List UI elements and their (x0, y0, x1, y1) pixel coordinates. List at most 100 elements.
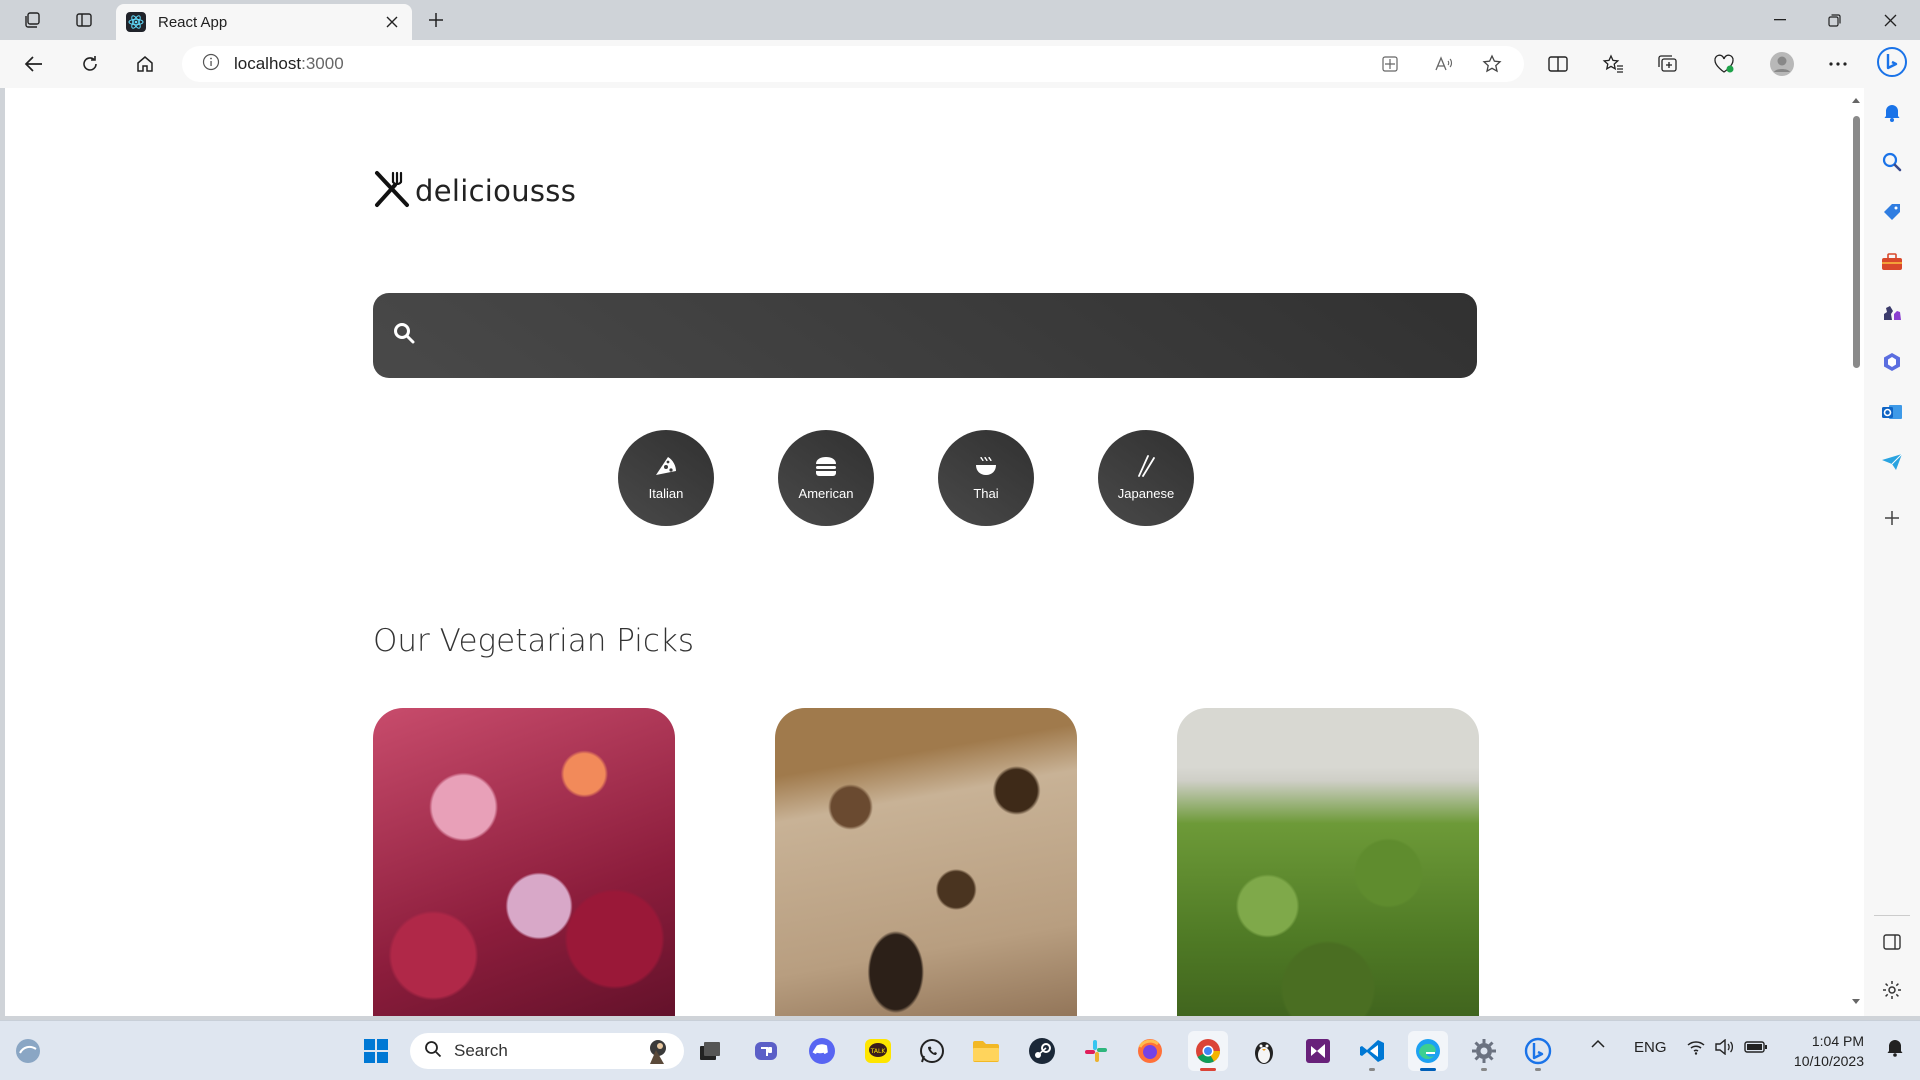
page-viewport: deliciousss Italian American Thai Japane… (5, 88, 1848, 1016)
read-aloud-icon[interactable] (1428, 50, 1460, 78)
taskbar-search-box[interactable]: Search (410, 1033, 684, 1069)
refresh-button[interactable] (72, 48, 108, 80)
cuisine-american-button[interactable]: American (778, 430, 874, 526)
add-sidebar-app-icon[interactable] (1876, 502, 1908, 534)
close-tab-icon[interactable] (382, 12, 402, 32)
cuisine-label: Italian (648, 486, 684, 501)
close-window-icon[interactable] (1862, 0, 1918, 40)
widgets-icon[interactable] (8, 1031, 48, 1071)
browser-sidebar (1864, 40, 1920, 1016)
app-available-icon[interactable] (1374, 50, 1406, 78)
address-url[interactable]: localhost:3000 (234, 54, 344, 74)
recipe-search-input[interactable] (429, 293, 1477, 378)
noodle-bowl-icon (974, 455, 998, 482)
recipe-search-bar[interactable] (373, 293, 1477, 378)
volume-icon[interactable] (1714, 1038, 1734, 1059)
browser-tab-strip: React App (0, 0, 1920, 40)
pizza-icon (654, 455, 678, 482)
notification-bell-icon[interactable] (1876, 96, 1908, 128)
workspaces-icon[interactable] (16, 6, 48, 34)
recipe-card-image[interactable] (373, 708, 675, 1016)
logo-text: deliciousss (415, 174, 577, 208)
vscode-icon[interactable] (1352, 1031, 1392, 1071)
teams-chat-icon[interactable] (746, 1031, 786, 1071)
sidebar-divider (1874, 915, 1910, 916)
input-language-indicator[interactable]: ENG (1634, 1039, 1667, 1056)
slack-icon[interactable] (1076, 1031, 1116, 1071)
restore-window-icon[interactable] (1806, 0, 1862, 40)
site-logo[interactable]: deliciousss (373, 170, 576, 212)
cuisine-label: American (798, 486, 854, 501)
site-info-icon[interactable] (202, 53, 220, 76)
kakaotalk-icon[interactable]: TALK (858, 1031, 898, 1071)
show-hidden-icons-chevron[interactable] (1590, 1037, 1606, 1055)
split-screen-icon[interactable] (1540, 48, 1576, 80)
url-host: localhost (234, 54, 302, 73)
bing-app-icon[interactable] (1518, 1031, 1558, 1071)
cuisine-italian-button[interactable]: Italian (618, 430, 714, 526)
battery-icon[interactable] (1744, 1039, 1768, 1059)
fork-knife-icon (373, 169, 411, 214)
browser-tab[interactable]: React App (116, 4, 412, 40)
vegetarian-picks-carousel (373, 708, 1479, 1016)
bing-copilot-icon[interactable] (1876, 46, 1908, 78)
cuisine-category-list: Italian American Thai Japanese (618, 430, 1194, 526)
address-bar[interactable]: localhost:3000 (182, 46, 1524, 82)
favorites-icon[interactable] (1595, 48, 1631, 80)
settings-gear-icon[interactable] (1464, 1031, 1504, 1071)
tools-briefcase-icon[interactable] (1876, 246, 1908, 278)
section-title: Our Vegetarian Picks (373, 623, 694, 659)
visual-studio-icon[interactable] (1298, 1031, 1338, 1071)
running-indicator (1535, 1068, 1541, 1071)
discord-icon[interactable] (802, 1031, 842, 1071)
taskbar-clock[interactable]: 1:04 PM 10/10/2023 (1784, 1031, 1864, 1071)
edge-browser-icon[interactable] (1408, 1031, 1448, 1071)
task-view-icon[interactable] (690, 1031, 730, 1071)
clock-time: 1:04 PM (1811, 1033, 1864, 1049)
sidebar-settings-gear-icon[interactable] (1876, 974, 1908, 1006)
sidebar-search-icon[interactable] (1876, 146, 1908, 178)
running-indicator (1369, 1068, 1375, 1071)
minimize-window-icon[interactable] (1752, 0, 1808, 40)
url-port: :3000 (301, 54, 344, 73)
scroll-down-arrow-icon[interactable] (1851, 996, 1861, 1006)
whatsapp-icon[interactable] (912, 1031, 952, 1071)
cuisine-japanese-button[interactable]: Japanese (1098, 430, 1194, 526)
more-options-icon[interactable] (1820, 48, 1856, 80)
wifi-icon[interactable] (1686, 1039, 1706, 1059)
tab-actions-icon[interactable] (68, 6, 100, 34)
taskbar-search-icon (424, 1040, 442, 1063)
search-icon (393, 322, 415, 349)
outlook-icon[interactable] (1876, 396, 1908, 428)
cuisine-thai-button[interactable]: Thai (938, 430, 1034, 526)
notification-center-icon[interactable] (1886, 1037, 1904, 1061)
scrollbar-thumb[interactable] (1853, 116, 1860, 368)
games-icon[interactable] (1876, 296, 1908, 328)
home-button[interactable] (127, 48, 163, 80)
browser-essentials-icon[interactable] (1706, 48, 1742, 80)
shopping-tag-icon[interactable] (1876, 196, 1908, 228)
microsoft-365-icon[interactable] (1876, 346, 1908, 378)
favorite-star-icon[interactable] (1476, 50, 1508, 78)
burger-icon (814, 455, 838, 482)
profile-avatar[interactable] (1764, 48, 1800, 80)
start-windows-icon[interactable] (356, 1031, 396, 1071)
firefox-icon[interactable] (1130, 1031, 1170, 1071)
send-paper-plane-icon[interactable] (1876, 446, 1908, 478)
new-tab-button[interactable] (420, 6, 452, 34)
steam-icon[interactable] (1022, 1031, 1062, 1071)
tux-penguin-icon[interactable] (1244, 1031, 1284, 1071)
hide-sidebar-icon[interactable] (1876, 926, 1908, 958)
svg-text:TALK: TALK (870, 1048, 887, 1055)
react-logo-icon (126, 12, 146, 32)
windows-taskbar: Search TALK ENG 1:04 PM 10/10/2023 (0, 1020, 1920, 1080)
chrome-icon[interactable] (1188, 1031, 1228, 1071)
search-highlight-icon (636, 1036, 672, 1071)
page-scrollbar[interactable] (1848, 88, 1864, 1016)
collections-icon[interactable] (1650, 48, 1686, 80)
scroll-up-arrow-icon[interactable] (1851, 96, 1861, 106)
recipe-card-image[interactable] (775, 708, 1077, 1016)
recipe-card-image[interactable] (1177, 708, 1479, 1016)
back-button[interactable] (16, 48, 52, 80)
file-explorer-icon[interactable] (966, 1031, 1006, 1071)
